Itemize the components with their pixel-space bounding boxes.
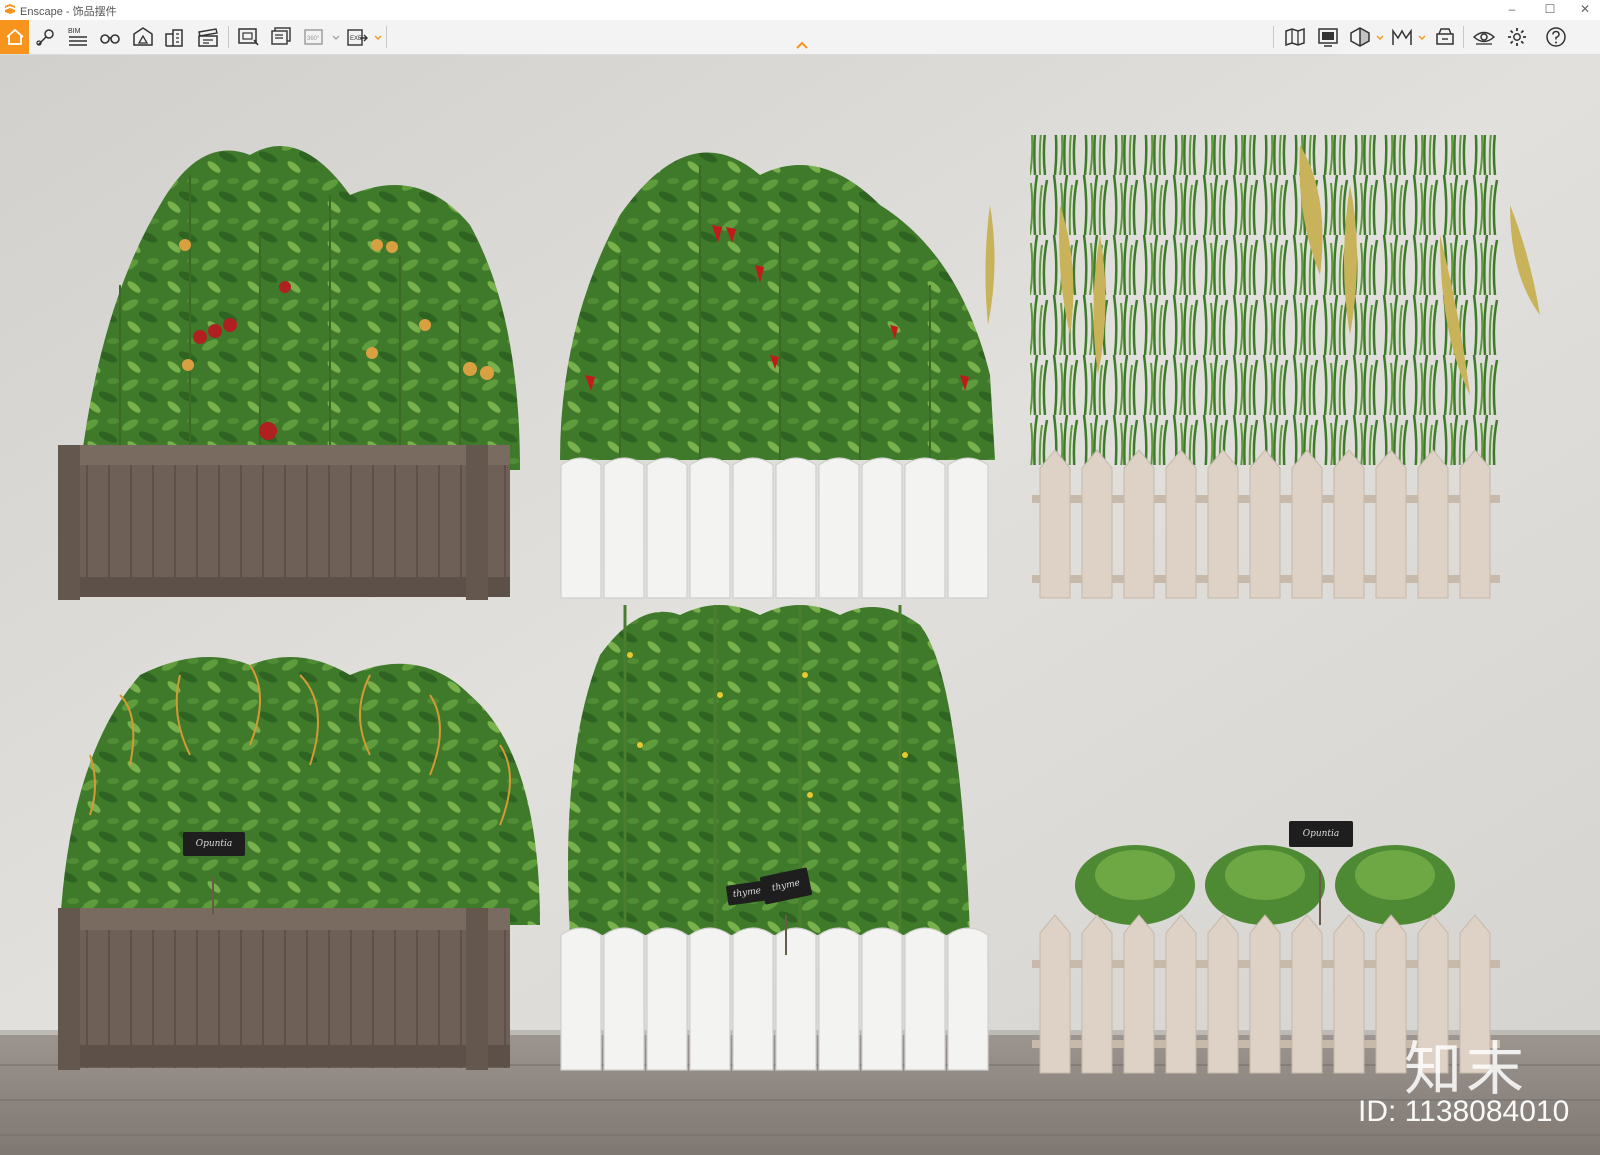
location-pin-icon xyxy=(36,29,54,46)
buildings-button[interactable] xyxy=(161,24,189,50)
help-button[interactable] xyxy=(1542,24,1570,50)
chevron-down-icon[interactable] xyxy=(1376,34,1384,42)
maximize-icon[interactable]: ☐ xyxy=(1542,2,1558,16)
bim-list-icon: BIM xyxy=(68,28,87,46)
clapper-icon xyxy=(198,28,218,47)
screenshot-icon xyxy=(238,28,259,46)
asset-library-button[interactable] xyxy=(1431,24,1459,50)
enscape-logo-icon xyxy=(5,4,15,14)
views-button[interactable] xyxy=(1388,24,1416,50)
bim-label: BIM xyxy=(68,28,81,35)
window-title: Enscape - 饰品摆件 xyxy=(20,6,117,18)
render-window-button[interactable] xyxy=(1314,24,1342,50)
plant-label-opuntia: Opuntia xyxy=(1289,821,1353,847)
chevron-down-icon[interactable] xyxy=(374,34,382,42)
location-button[interactable] xyxy=(32,24,60,50)
screenshot-button[interactable] xyxy=(234,24,262,50)
map-button[interactable] xyxy=(1281,24,1309,50)
gear-icon xyxy=(1508,28,1526,46)
plant-label-opuntia: Opuntia xyxy=(183,832,245,856)
views-icon xyxy=(1392,28,1412,45)
terrain-icon xyxy=(133,27,153,46)
home-button[interactable] xyxy=(0,20,29,54)
render-window-icon xyxy=(1318,28,1338,47)
export-exe-button[interactable]: EXE xyxy=(343,24,371,50)
terrain-button[interactable] xyxy=(129,24,157,50)
panorama-button[interactable]: 360° xyxy=(300,24,328,50)
batch-render-icon xyxy=(271,27,291,45)
close-icon[interactable]: ✕ xyxy=(1577,2,1593,16)
section-button[interactable] xyxy=(1346,24,1374,50)
map-icon xyxy=(1285,27,1305,47)
video-editor-button[interactable] xyxy=(194,24,222,50)
export-exe-icon: EXE xyxy=(347,29,368,46)
toolbar-separator xyxy=(1273,26,1274,48)
buildings-icon xyxy=(165,29,183,47)
chevron-down-icon[interactable] xyxy=(332,34,340,42)
title-bar: Enscape - 饰品摆件 – ☐ ✕ xyxy=(0,0,1600,20)
binoculars-icon xyxy=(100,34,120,44)
settings-button[interactable] xyxy=(1503,24,1531,50)
home-icon xyxy=(5,28,24,45)
watermark-logo: 知末 xyxy=(1404,1035,1529,1103)
chevron-down-icon[interactable] xyxy=(1418,34,1426,42)
walk-mode-button[interactable] xyxy=(96,24,124,50)
asset-library-icon xyxy=(1436,28,1454,45)
help-icon xyxy=(1546,27,1566,47)
toolbar-separator xyxy=(1463,26,1464,48)
toolbar-separator xyxy=(386,26,387,48)
watermark-id: ID: 1138084010 xyxy=(1358,1095,1570,1128)
section-icon xyxy=(1350,27,1370,47)
panorama-360-icon: 360° xyxy=(304,29,323,45)
minimize-icon[interactable]: – xyxy=(1504,2,1520,16)
batch-render-button[interactable] xyxy=(267,24,295,50)
panorama-label: 360° xyxy=(307,36,320,42)
render-viewport[interactable]: Opuntia thyme thyme Opuntia 知末 ID: 11380… xyxy=(0,55,1600,1155)
visibility-icon xyxy=(1472,31,1496,45)
toolbar-separator xyxy=(228,26,229,48)
visibility-button[interactable] xyxy=(1470,24,1498,50)
exe-label: EXE xyxy=(350,36,362,42)
render-scene xyxy=(0,55,1600,1155)
collapse-toolbar-icon[interactable] xyxy=(795,40,809,50)
bim-button[interactable]: BIM xyxy=(64,24,92,50)
